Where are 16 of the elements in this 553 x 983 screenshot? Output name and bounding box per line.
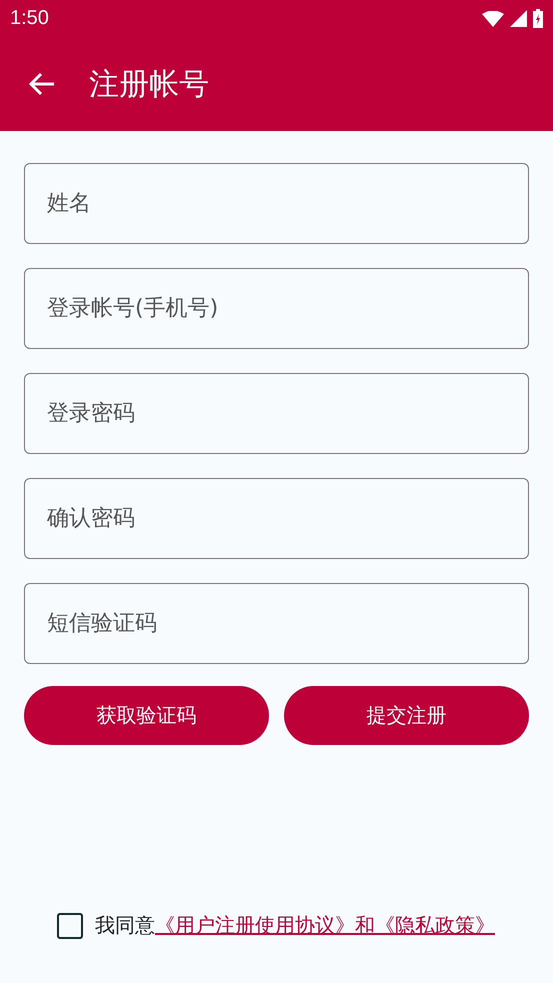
- wifi-icon: [482, 10, 504, 26]
- input-field[interactable]: 短信验证码: [24, 583, 529, 664]
- screen-title: 注册帐号: [89, 66, 209, 104]
- agree-checkbox[interactable]: [57, 912, 83, 938]
- input-field[interactable]: 姓名: [24, 163, 529, 244]
- back-arrow-icon: [29, 72, 55, 96]
- input-field[interactable]: 登录帐号(手机号): [24, 268, 529, 349]
- signal-icon: [510, 10, 527, 27]
- status-time: 1:50: [10, 7, 50, 30]
- input-field[interactable]: 登录密码: [24, 373, 529, 454]
- get-code-button[interactable]: 获取验证码: [24, 686, 269, 745]
- battery-icon: [533, 9, 543, 28]
- agreement-link[interactable]: 《用户注册使用协议》和《隐私政策》: [155, 912, 495, 939]
- submit-button[interactable]: 提交注册: [284, 686, 529, 745]
- input-field[interactable]: 确认密码: [24, 478, 529, 559]
- agreement-text: 我同意: [95, 912, 155, 939]
